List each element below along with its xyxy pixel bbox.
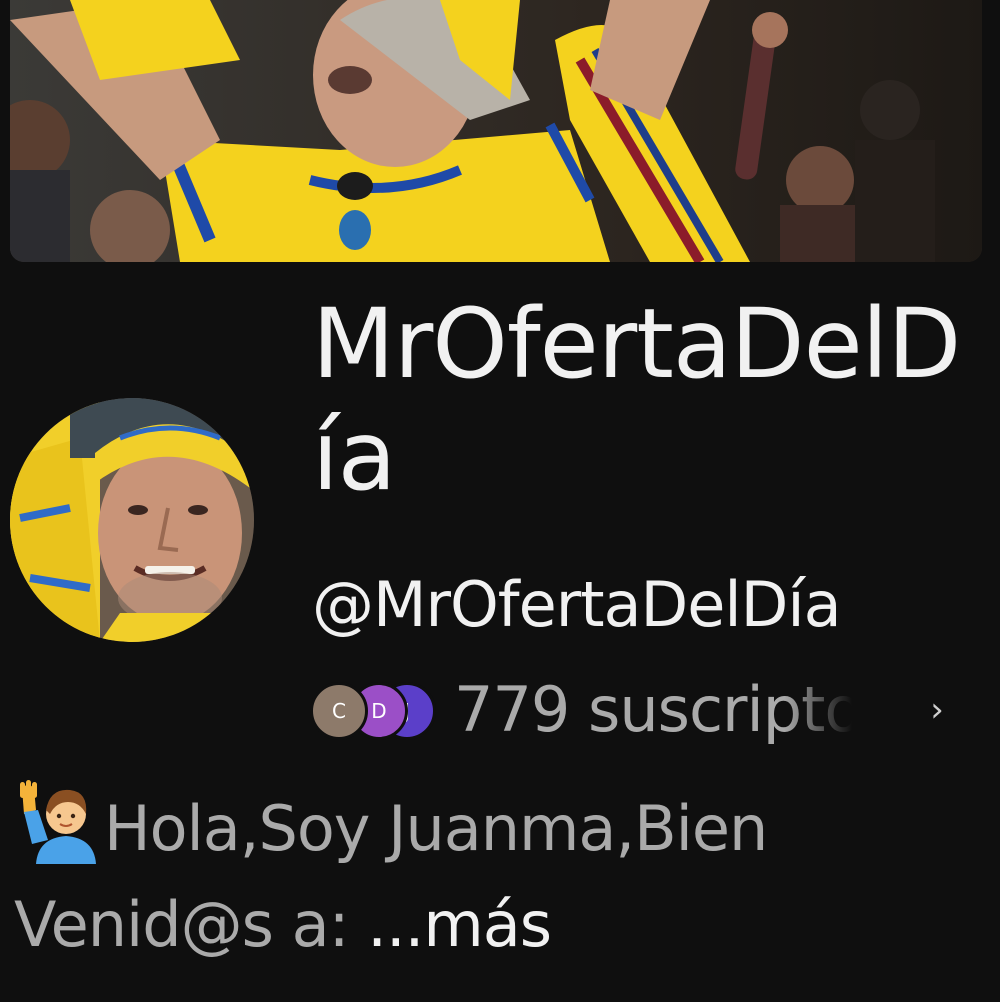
subscribers-row[interactable]: C D J 779 suscriptores › (310, 672, 960, 748)
chevron-right-icon[interactable]: › (922, 690, 952, 730)
subscriber-avatar: C (310, 682, 368, 740)
raising-hand-person-icon (20, 780, 96, 864)
subscriber-avatars: C D J (310, 682, 440, 740)
more-link[interactable]: ...más (367, 888, 552, 961)
channel-avatar[interactable] (10, 398, 254, 642)
channel-description[interactable]: Hola,Soy Juanma,Bien Venid@s a: ...más (14, 780, 984, 973)
banner-image (10, 0, 982, 262)
text-fade-overlay (784, 672, 864, 748)
channel-banner[interactable] (10, 0, 982, 262)
channel-title: MrOfertaDelDía (312, 288, 961, 512)
avatar-image (10, 398, 254, 642)
channel-handle: @MrOfertaDelDía (312, 568, 842, 641)
channel-page: MrOfertaDelDía @MrOfertaDelDía C D J 779… (0, 0, 1000, 1002)
